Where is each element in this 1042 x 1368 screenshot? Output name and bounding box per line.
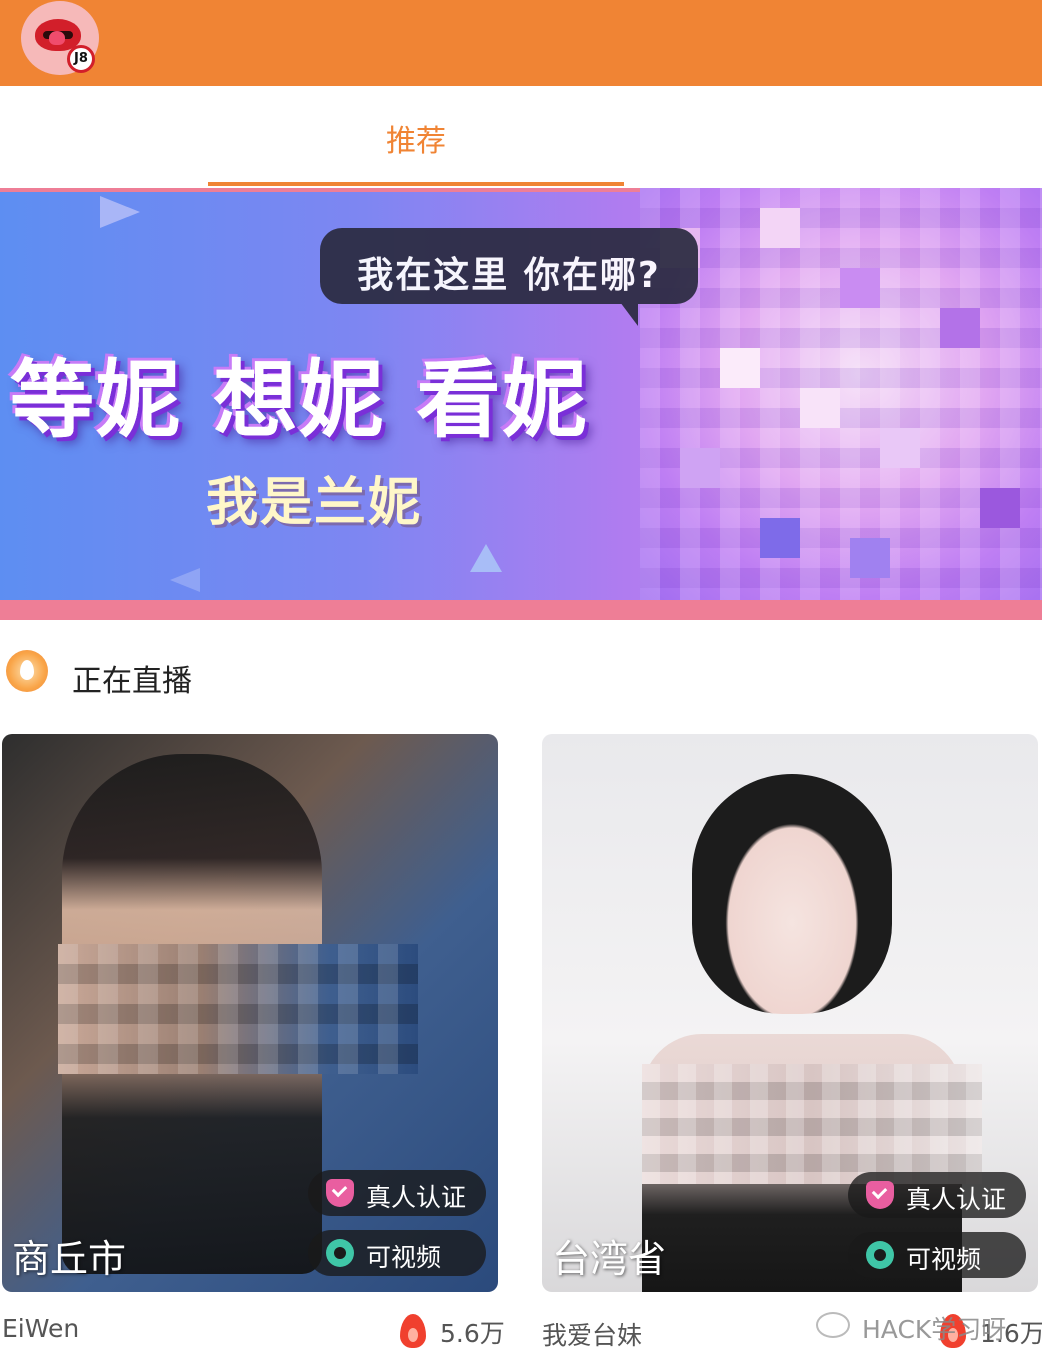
- video-label: 可视频: [906, 1245, 982, 1274]
- banner-headline: 等妮 想妮 看妮: [10, 351, 589, 449]
- decor-triangle: [170, 568, 200, 592]
- bubble-text: 我在这里 你在哪?: [357, 255, 661, 296]
- card-meta: EiWen 5.6万: [2, 1312, 505, 1352]
- banner-subline: 我是兰妮: [206, 473, 423, 533]
- city-label: 台湾省: [552, 1237, 667, 1281]
- watermark-text: HACK学习呀: [862, 1315, 1007, 1344]
- flame-icon: [400, 1314, 426, 1348]
- live-section-header: 正在直播: [0, 630, 1042, 720]
- verified-badge: 真人认证: [848, 1172, 1026, 1218]
- pixelated-area: [58, 944, 418, 1074]
- tab-bar: 推荐: [0, 86, 1042, 188]
- pixelated-area: [642, 1064, 982, 1184]
- camera-icon: [326, 1239, 354, 1267]
- city-label: 商丘市: [12, 1237, 127, 1281]
- verified-label: 真人认证: [906, 1185, 1007, 1214]
- decor-triangle: [100, 196, 140, 228]
- video-badge[interactable]: 可视频: [308, 1230, 486, 1276]
- verified-label: 真人认证: [366, 1183, 467, 1212]
- heart-icon: [49, 31, 65, 45]
- fire-icon: [6, 650, 48, 692]
- decor-triangle: [470, 544, 502, 572]
- shield-check-icon: [326, 1179, 354, 1207]
- promo-banner[interactable]: 我在这里 你在哪? 等妮 想妮 看妮 我是兰妮: [0, 188, 1042, 620]
- popularity-count: 5.6万: [440, 1319, 505, 1348]
- top-app-bar: J8: [0, 0, 1042, 86]
- section-title: 正在直播: [72, 664, 192, 699]
- streamer-name: 我爱台妹: [542, 1321, 643, 1350]
- video-label: 可视频: [366, 1243, 442, 1272]
- streamer-photo: [692, 774, 892, 1014]
- live-card[interactable]: 真人认证 可视频 台湾省: [542, 734, 1038, 1292]
- banner-photo-pixelated: [640, 188, 1042, 600]
- camera-icon: [866, 1241, 894, 1269]
- live-card[interactable]: 真人认证 可视频 商丘市: [2, 734, 498, 1292]
- wechat-icon: [816, 1312, 850, 1338]
- tab-active-indicator: [208, 182, 624, 186]
- app-logo[interactable]: J8: [21, 1, 99, 75]
- verified-badge: 真人认证: [308, 1170, 486, 1216]
- speech-bubble: 我在这里 你在哪?: [320, 228, 698, 326]
- shield-check-icon: [866, 1181, 894, 1209]
- streamer-name: EiWen: [2, 1314, 80, 1343]
- video-badge[interactable]: 可视频: [848, 1232, 1026, 1278]
- tab-recommend[interactable]: 推荐: [208, 116, 624, 160]
- logo-badge: J8: [67, 45, 95, 73]
- banner-bottom-stripe: [0, 600, 1042, 620]
